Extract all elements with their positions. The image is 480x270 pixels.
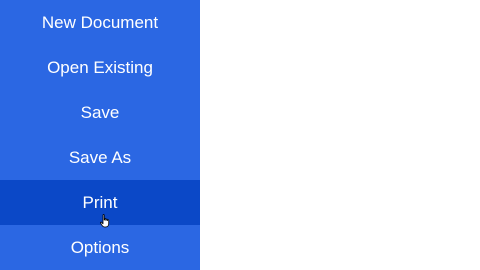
menu-item-save[interactable]: Save	[0, 90, 200, 135]
file-menu: New Document Open Existing Save Save As …	[0, 0, 200, 270]
menu-item-label: Options	[70, 237, 130, 257]
hand-pointer-icon	[100, 214, 110, 228]
menu-item-label: Save	[80, 102, 120, 122]
menu-item-label: Open Existing	[47, 57, 153, 77]
content-area	[200, 0, 480, 270]
menu-item-new-document[interactable]: New Document	[0, 0, 200, 45]
menu-item-open-existing[interactable]: Open Existing	[0, 45, 200, 90]
menu-item-label: Save As	[68, 147, 132, 167]
menu-item-options[interactable]: Options	[0, 225, 200, 270]
menu-item-label: Print	[82, 192, 118, 212]
menu-item-label: New Document	[41, 12, 159, 32]
menu-item-save-as[interactable]: Save As	[0, 135, 200, 180]
